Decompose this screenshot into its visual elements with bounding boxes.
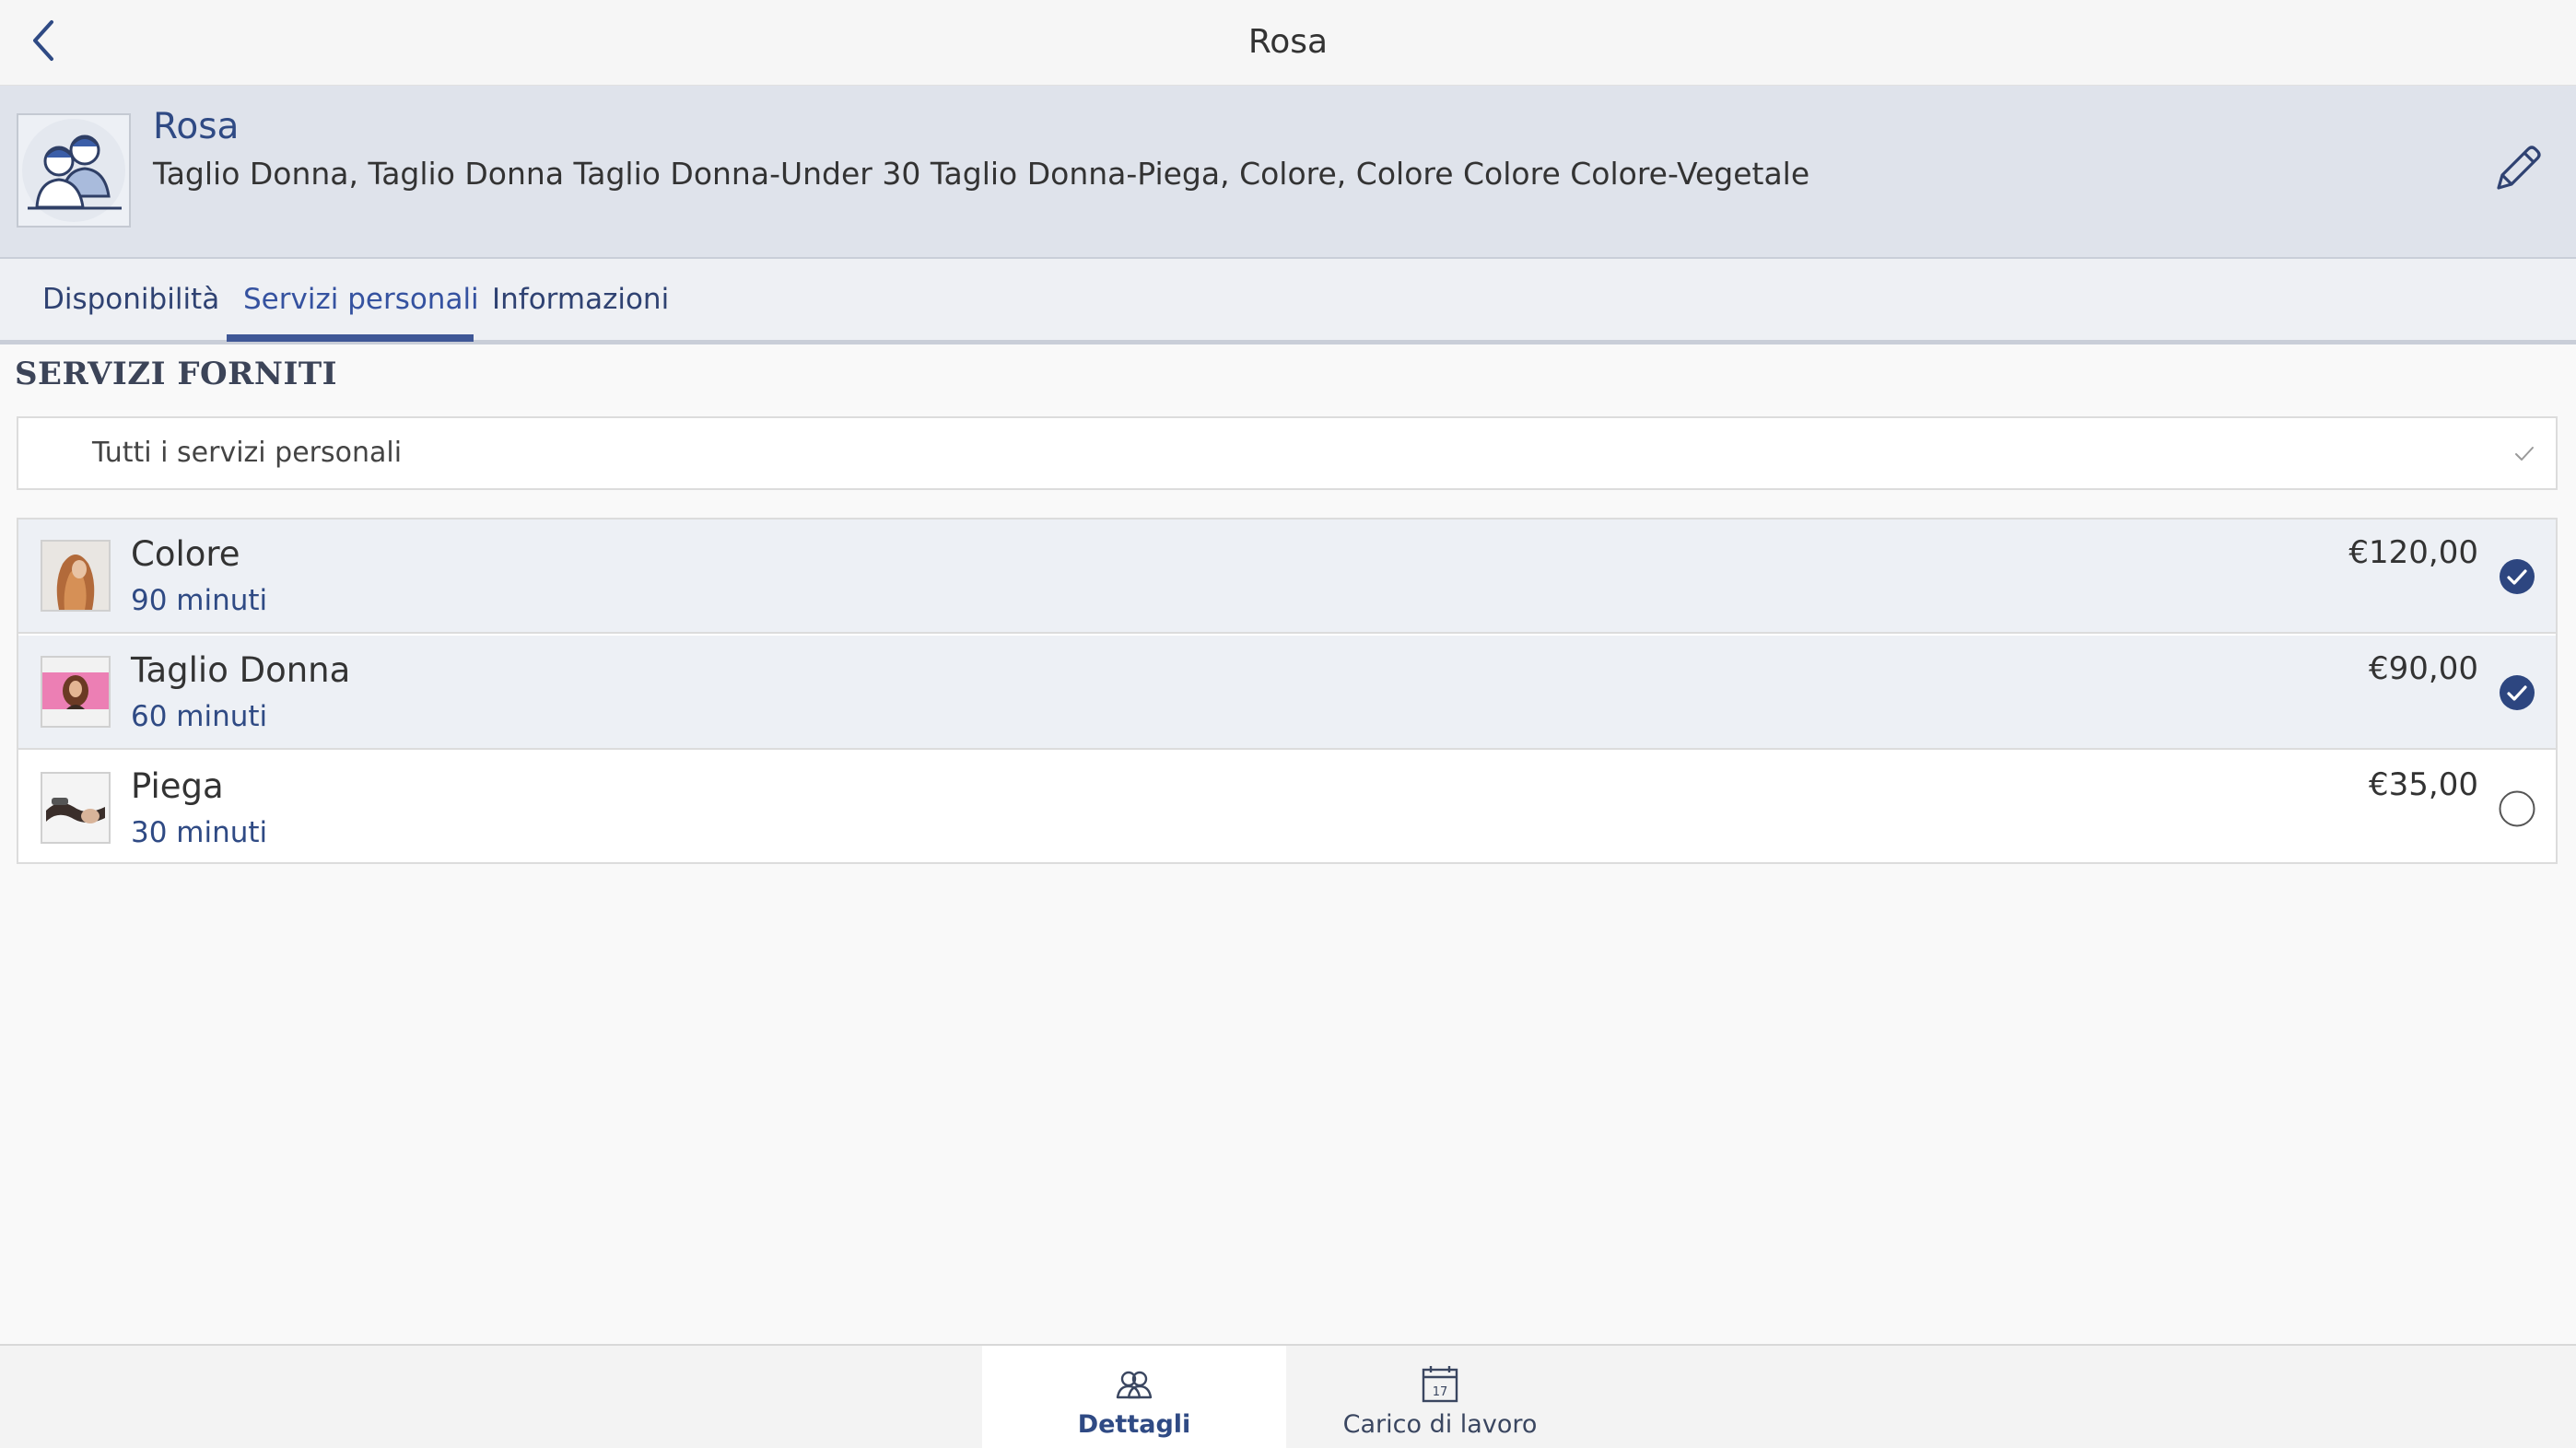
service-duration: 90 minuti xyxy=(131,584,268,617)
calendar-icon: 17 xyxy=(1422,1366,1458,1403)
service-row-taglio-donna[interactable]: Taglio Donna 60 minuti €90,00 xyxy=(18,636,2556,750)
active-tab-indicator xyxy=(227,334,474,342)
pencil-icon xyxy=(2497,146,2541,190)
page-title: Rosa xyxy=(1247,23,1329,61)
people-icon xyxy=(1116,1371,1153,1399)
service-name: Taglio Donna xyxy=(131,650,351,690)
service-price: €35,00 xyxy=(2369,766,2478,803)
service-name: Piega xyxy=(131,766,224,806)
service-list: Colore 90 minuti €120,00 Taglio Donna 60… xyxy=(17,518,2558,864)
bottom-tab-dettagli[interactable]: Dettagli xyxy=(982,1346,1286,1448)
unchecked-circle-icon[interactable] xyxy=(2499,790,2535,827)
bottom-tab-label: Dettagli xyxy=(1077,1410,1191,1439)
checkmark-icon xyxy=(2515,447,2534,461)
calendar-day-number: 17 xyxy=(1433,1385,1448,1399)
bottom-tab-bar: Dettagli 17 Carico di lavoro xyxy=(0,1344,2576,1448)
service-thumbnail xyxy=(41,772,111,844)
chevron-left-icon xyxy=(33,20,53,61)
blow-dry-photo-icon xyxy=(42,774,109,842)
service-name: Colore xyxy=(131,534,240,574)
navigation-bar: Rosa xyxy=(0,0,2576,86)
haircut-photo-icon xyxy=(42,658,109,726)
staff-profile-header: Rosa Taglio Donna, Taglio Donna Taglio D… xyxy=(0,86,2576,259)
hair-color-photo-icon xyxy=(42,542,109,610)
service-duration: 60 minuti xyxy=(131,700,268,733)
staff-avatar-icon xyxy=(22,119,125,222)
tab-disponibilita[interactable]: Disponibilità xyxy=(42,259,219,340)
checked-circle-icon[interactable] xyxy=(2499,558,2535,595)
service-price: €90,00 xyxy=(2369,650,2478,687)
checked-circle-icon[interactable] xyxy=(2499,674,2535,711)
all-services-toggle[interactable]: Tutti i servizi personali xyxy=(17,416,2558,490)
section-title: SERVIZI FORNITI xyxy=(15,356,338,392)
service-duration: 30 minuti xyxy=(131,816,268,849)
service-price: €120,00 xyxy=(2348,534,2478,571)
service-thumbnail xyxy=(41,656,111,728)
bottom-tab-label: Carico di lavoro xyxy=(1342,1410,1538,1439)
staff-services-summary: Taglio Donna, Taglio Donna Taglio Donna-… xyxy=(153,156,1810,192)
edit-button[interactable] xyxy=(2488,140,2547,199)
bottom-tab-carico-di-lavoro[interactable]: 17 Carico di lavoro xyxy=(1288,1346,1592,1448)
all-services-label: Tutti i servizi personali xyxy=(92,437,403,469)
tab-servizi-personali[interactable]: Servizi personali xyxy=(243,259,479,340)
service-thumbnail xyxy=(41,540,111,612)
staff-name: Rosa xyxy=(153,106,240,147)
service-row-colore[interactable]: Colore 90 minuti €120,00 xyxy=(18,520,2556,634)
tab-bar: Disponibilità Servizi personali Informaz… xyxy=(0,259,2576,344)
back-button[interactable] xyxy=(20,17,72,68)
tab-informazioni[interactable]: Informazioni xyxy=(492,259,669,340)
service-row-piega[interactable]: Piega 30 minuti €35,00 xyxy=(18,752,2556,866)
avatar[interactable] xyxy=(17,113,131,228)
